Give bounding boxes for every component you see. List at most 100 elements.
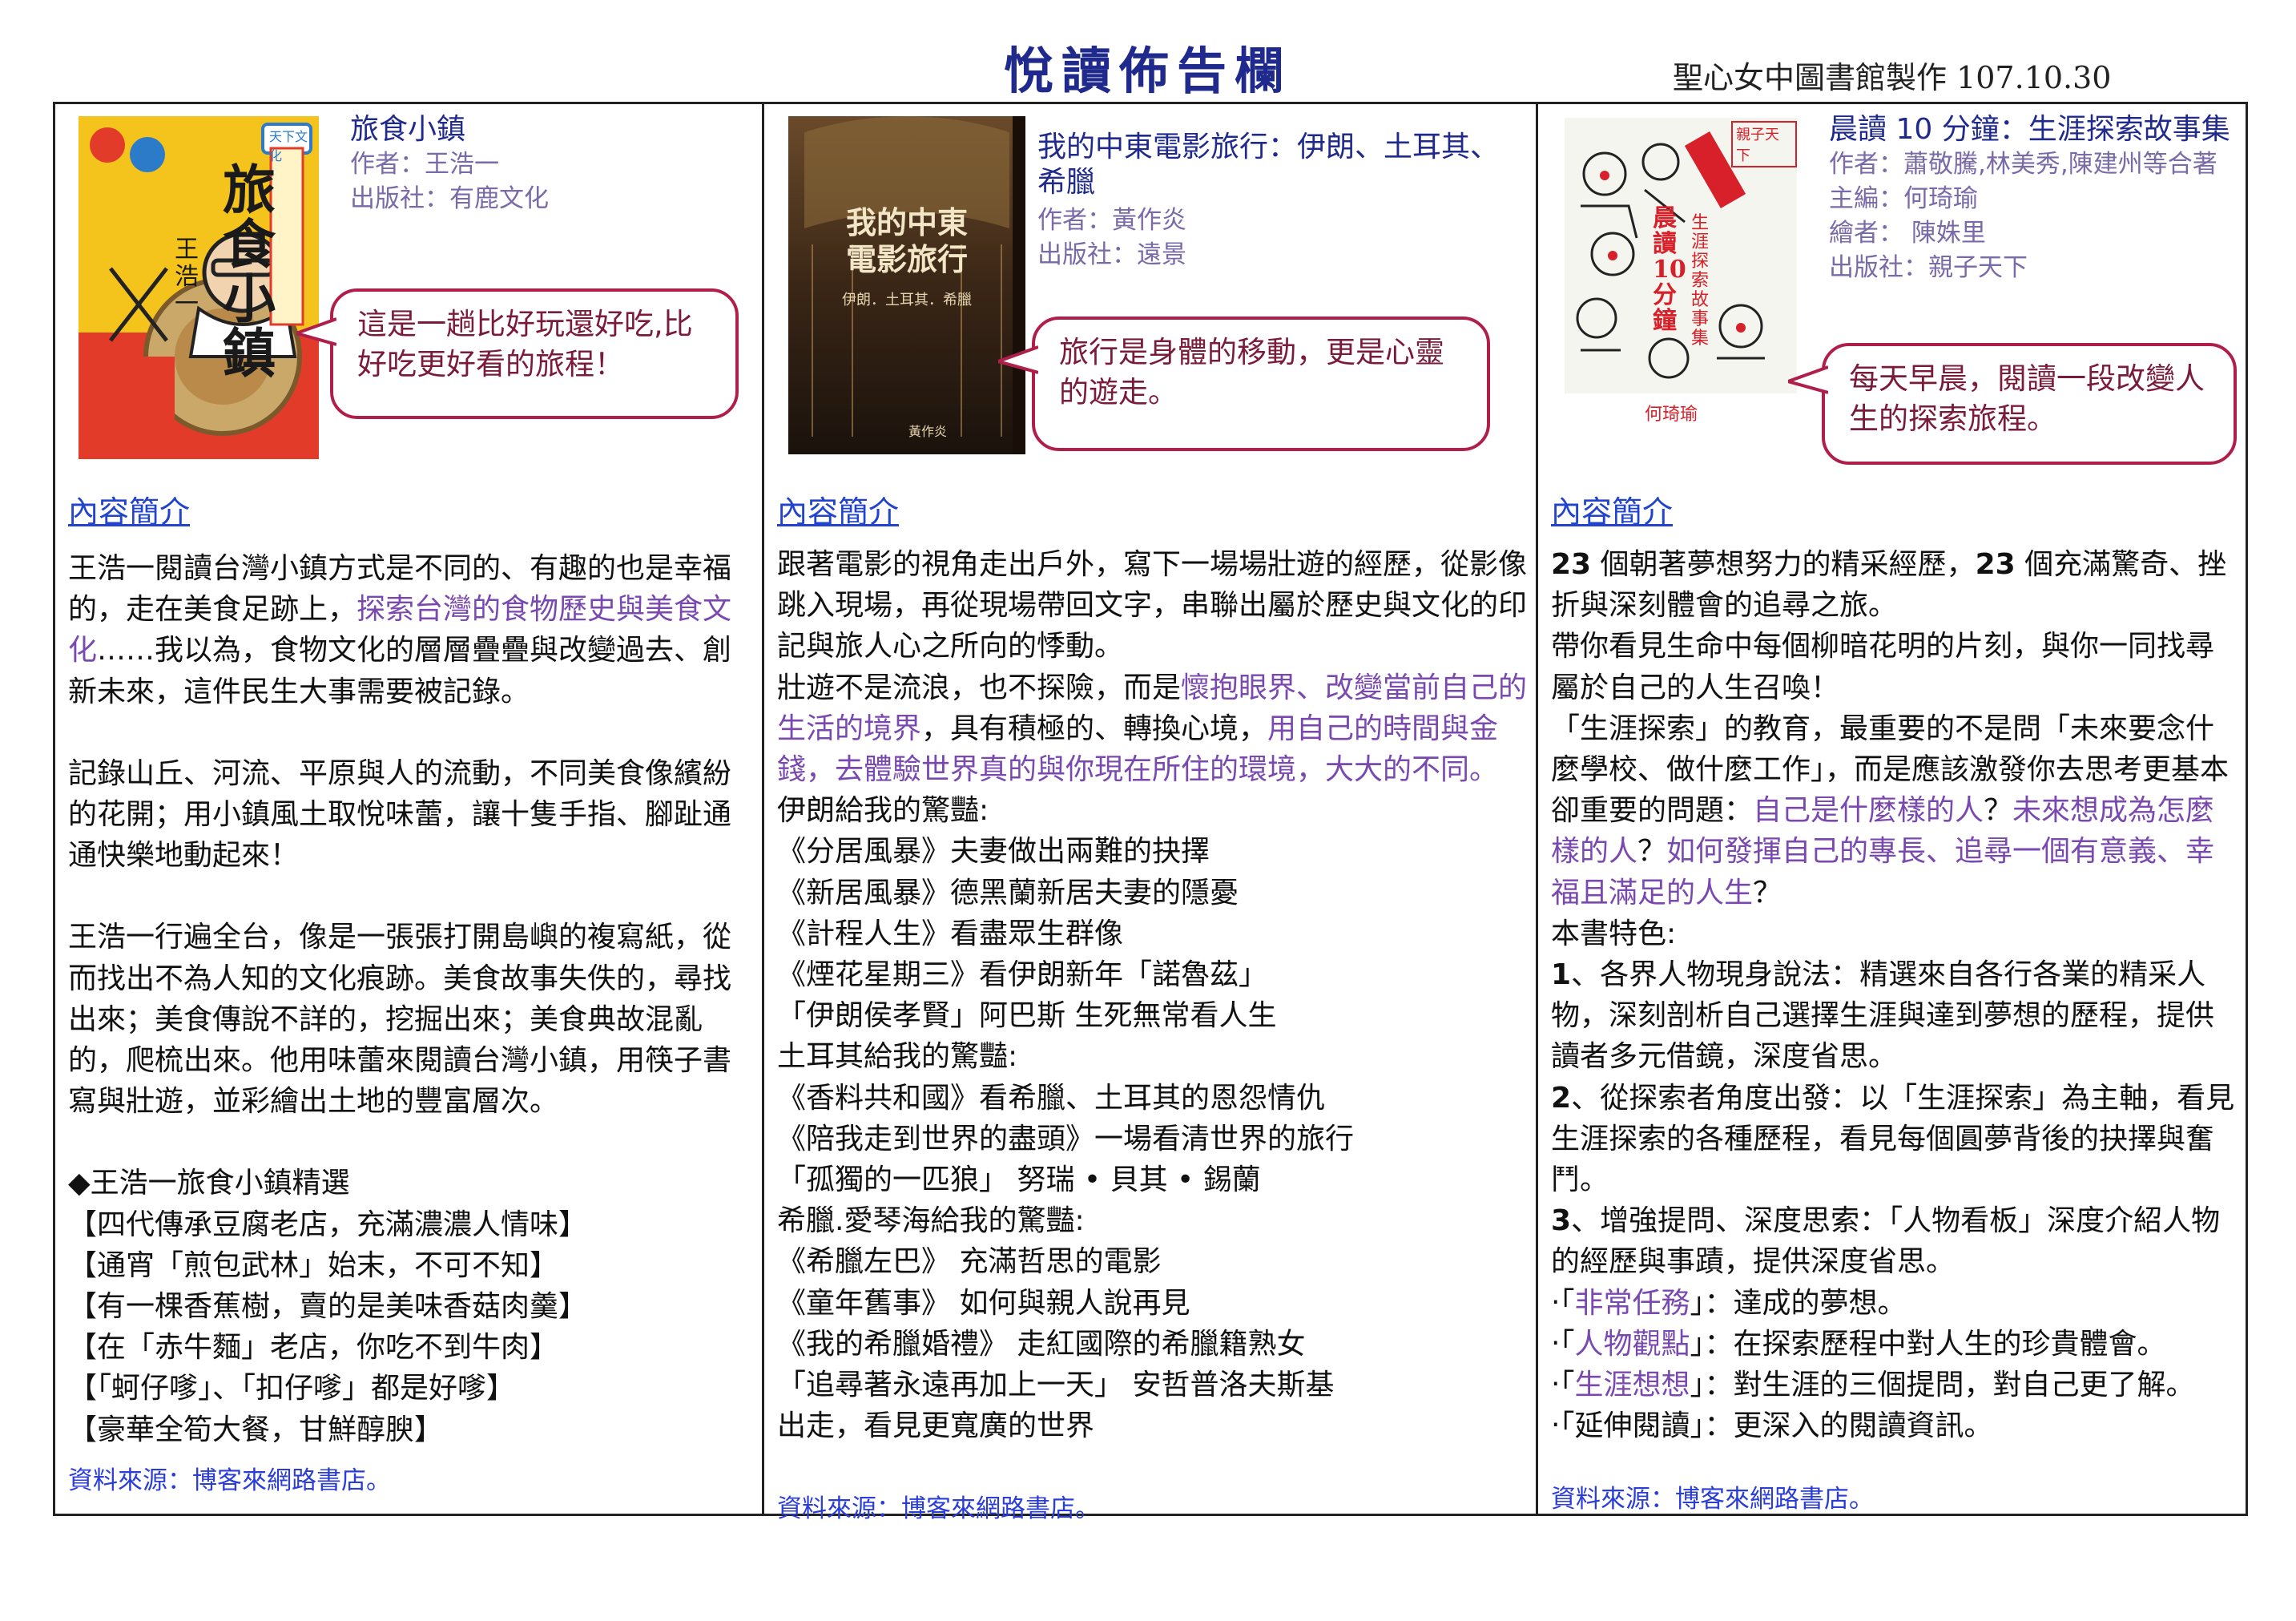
bubble-tail: [296, 317, 336, 346]
section-title: 土耳其給我的驚豔:: [777, 1040, 1018, 1074]
content-intro-link[interactable]: 內容簡介: [1551, 487, 1673, 531]
text-run: 」：在探索歷程中對人生的珍貴體會。: [1690, 1327, 2166, 1361]
description-paragraph: 跟著電影的視角走出戶外，寫下一場場壯遊的經歷，從影像跳入現場，再從現場帶回文字，…: [777, 548, 1528, 663]
feature-item: 2、從探索者角度出發：以「生涯探索」為主軸，看見生涯探索的各種歷程，看見每個圓夢…: [1551, 1078, 2240, 1201]
quote-bubble: 旅行是身體的移動，更是心靈的遊走。: [998, 317, 1490, 451]
bulletin-board: 旅食小鎮 王浩一 天下文化 旅食小鎮 作者：王浩一 出版社：有鹿文化 這是一趟比…: [53, 102, 2248, 1523]
feature-item: 3、增強提問、深度思索：「人物看板」深度介紹人物的經歷與事蹟，提供深度省思。: [1551, 1200, 2240, 1282]
text-run: ‧「: [1551, 1369, 1575, 1402]
source-note: 資料來源：博客來網路書店。: [68, 1466, 391, 1495]
text-run: 」：達成的夢想。: [1690, 1286, 1907, 1320]
book-description: 跟著電影的視角走出戶外，寫下一場場壯遊的經歷，從影像跳入現場，再從現場帶回文字，…: [777, 544, 1530, 1446]
cover-author-text: 王浩一: [175, 236, 199, 318]
book-info: 我的中東電影旅行：伊朗、土耳其、希臘 作者：黃作炎 出版社：遠景: [1037, 130, 1518, 272]
highlight-text: 生涯想想: [1574, 1369, 1690, 1402]
list-item: 「追尋著永遠再加上一天」 安哲普洛夫斯基: [777, 1369, 1335, 1402]
highlight-text: 非常任務: [1574, 1286, 1690, 1320]
text-run: ？: [1637, 835, 1667, 869]
book-publisher: 出版社：親子天下: [1829, 253, 2028, 282]
list-item: 【豪華全筍大餐，甘鮮醇腴】: [68, 1413, 444, 1446]
list-item: 「孤獨的一匹狼」 努瑞 • 貝其 • 錫蘭: [777, 1163, 1261, 1197]
list-title: ◆王浩一旅食小鎮精選: [68, 1167, 350, 1200]
description-paragraph: 記錄山丘、河流、平原與人的流動，不同美食像繽紛的花開；用小鎮風土取悅味蕾，讓十隻…: [68, 756, 732, 873]
book-column-2: 我的中東電影旅行 伊朗．土耳其．希臘 黃作炎 我的中東電影旅行：伊朗、土耳其、希…: [764, 104, 1536, 1523]
text-run: 壯遊不是流浪，也不探險，而是: [777, 671, 1182, 704]
section-title: 希臘.愛琴海給我的驚豔:: [777, 1204, 1085, 1238]
book-author: 作者：王浩一: [350, 150, 499, 179]
text-run: 、從探索者角度出發：以「生涯探索」為主軸，看見生涯探索的各種歷程，看見每個圓夢背…: [1551, 1081, 2235, 1197]
book-description: 23 個朝著夢想努力的精采經歷，23 個充滿驚奇、挫折與深刻體會的追尋之旅。 帶…: [1551, 544, 2240, 1446]
number-text: 23: [1975, 548, 2016, 581]
book-column-1: 旅食小鎮 王浩一 天下文化 旅食小鎮 作者：王浩一 出版社：有鹿文化 這是一趟比…: [55, 104, 762, 1514]
description-paragraph: 「生涯探索」的教育，最重要的不是問「未來要念什麼學校、做什麼工作」，而是應該激發…: [1551, 708, 2240, 913]
quote-bubble: 這是一趟比好玩還好吃,比好吃更好看的旅程！: [296, 288, 739, 419]
bullet-item: ‧「生涯想想」：對生涯的三個提問，對自己更了解。: [1551, 1365, 2240, 1405]
number-text: 1: [1551, 958, 1572, 992]
book-author: 作者：蕭敬騰,林美秀,陳建州等合著: [1829, 150, 2217, 179]
list-item: 【通宵「煎包武林」始末，不可不知】: [68, 1248, 559, 1282]
description-paragraph: 壯遊不是流浪，也不探險，而是懷抱眼界、改變當前自己的生活的境界，具有積極的、轉換…: [777, 667, 1530, 791]
text-run: ？: [1753, 876, 1782, 909]
quote-text: 每天早晨，閱讀一段改變人生的探索旅程。: [1849, 361, 2205, 436]
highlight-text: 人物觀點: [1574, 1327, 1690, 1361]
cover-subtitle-text: 伊朗．土耳其．希臘: [842, 292, 972, 308]
text-run: ‧「: [1551, 1286, 1575, 1320]
text-run: 個朝著夢想努力的精采經歷，: [1591, 548, 1976, 581]
list-item: 【有一棵香蕉樹，賣的是美味香菇肉羹】: [68, 1290, 588, 1324]
text-run: ，具有積極的、轉換心境，: [921, 712, 1268, 745]
content-intro-link[interactable]: 內容簡介: [777, 487, 899, 531]
section-title: 伊朗給我的驚豔:: [777, 794, 989, 828]
quote-text: 旅行是身體的移動，更是心靈的遊走。: [1059, 335, 1444, 409]
list-item: 《煙花星期三》看伊朗新年「諾魯茲」: [777, 958, 1268, 992]
cover-publisher-badge: 親子天下: [1731, 121, 1797, 167]
book-cover-image: 晨讀10分鐘 生涯探索故事集 親子天下 何琦瑜: [1565, 118, 1797, 442]
content-intro-link[interactable]: 內容簡介: [68, 487, 190, 531]
description-paragraph: 王浩一行遍全台，像是一張張打開島嶼的複寫紙，從而找出不為人知的文化痕跡。美食故事…: [68, 921, 732, 1119]
list-item: 《童年舊事》 如何與親人說再見: [777, 1286, 1190, 1320]
cover-author-text: 何琦瑜: [1645, 405, 1698, 425]
bullet-item: ‧「非常任務」：達成的夢想。: [1551, 1283, 2240, 1324]
description-paragraph: 23 個朝著夢想努力的精采經歷，23 個充滿驚奇、挫折與深刻體會的追尋之旅。: [1551, 544, 2240, 626]
text-run: 、增強提問、深度思索：「人物看板」深度介紹人物的經歷與事蹟，提供深度省思。: [1551, 1204, 2221, 1279]
number-text: 23: [1551, 548, 1592, 581]
book-title: 旅食小鎮: [350, 113, 466, 146]
list-item: 《計程人生》看盡眾生群像: [777, 917, 1124, 950]
number-text: 3: [1551, 1204, 1572, 1238]
list-item: 【四代傳承豆腐老店，充滿濃濃人情味】: [68, 1208, 588, 1241]
book-info: 晨讀 10 分鐘：生涯探索故事集 作者：蕭敬騰,林美秀,陳建州等合著 主編：何琦…: [1829, 112, 2246, 285]
feature-item: 1、各界人物現身說法：精選來自各行各業的精采人物，深刻剖析自己選擇生涯與達到夢想…: [1551, 954, 2240, 1078]
list-item: 《我的希臘婚禮》 走紅國際的希臘籍熟女: [777, 1327, 1306, 1361]
book-publisher: 出版社：遠景: [1037, 240, 1186, 269]
text-run: ……我以為，食物文化的層層疊疊與改變過去、創新未來，這件民生大事需要被記錄。: [68, 634, 732, 708]
list-item: 《陪我走到世界的盡頭》一場看清世界的旅行: [777, 1122, 1355, 1155]
cover-title-text: 旅食小鎮: [223, 159, 276, 385]
quote-text: 這是一趟比好玩還好吃,比好吃更好看的旅程！: [357, 307, 693, 381]
book-publisher: 出版社：有鹿文化: [350, 184, 549, 213]
book-editor: 主編：何琦瑜: [1829, 184, 1978, 213]
library-credit: 聖心女中圖書館製作 107.10.30: [1673, 60, 2112, 95]
book-illustrator: 繪者： 陳姝里: [1829, 219, 1986, 248]
description-paragraph: 帶你看見生命中每個柳暗花明的片刻，與你一同找尋屬於自己的人生召喚！: [1551, 630, 2215, 704]
list-item: 《新居風暴》德黑蘭新居夫妻的隱憂: [777, 876, 1239, 909]
source-note: 資料來源：博客來網路書店。: [777, 1494, 1100, 1523]
list-item: 出走，看見更寬廣的世界: [777, 1409, 1095, 1443]
list-item: 《香料共和國》看希臘、土耳其的恩怨情仇: [777, 1081, 1326, 1115]
bullet-item: ‧「人物觀點」：在探索歷程中對人生的珍貴體會。: [1551, 1324, 2240, 1365]
book-cover-image: 我的中東電影旅行 伊朗．土耳其．希臘 黃作炎: [788, 116, 1025, 454]
text-run: ？: [1984, 794, 2013, 828]
bubble-tail: [1788, 365, 1828, 394]
cover-publisher-badge: 天下文化: [269, 129, 308, 163]
list-item: 《分居風暴》夫妻做出兩難的抉擇: [777, 835, 1210, 869]
book-author: 作者：黃作炎: [1037, 206, 1186, 235]
quote-bubble: 每天早晨，閱讀一段改變人生的探索旅程。: [1788, 343, 2237, 465]
text-run: 」：對生涯的三個提問，對自己更了解。: [1690, 1369, 2195, 1402]
book-title: 晨讀 10 分鐘：生涯探索故事集: [1829, 113, 2230, 146]
cover-title-text: 我的中東電影旅行: [845, 204, 968, 277]
cover-author-text: 黃作炎: [908, 424, 948, 439]
book-column-3: 晨讀10分鐘 生涯探索故事集 親子天下 何琦瑜 晨讀 10 分鐘：生涯探索故事集…: [1538, 104, 2248, 1514]
number-text: 2: [1551, 1081, 1572, 1115]
text-run: ‧「: [1551, 1327, 1575, 1361]
book-cover-art: [788, 116, 1025, 454]
list-item: 「伊朗侯孝賢」阿巴斯 生死無常看人生: [777, 999, 1277, 1033]
book-info: 旅食小鎮 作者：王浩一 出版社：有鹿文化: [350, 112, 735, 216]
